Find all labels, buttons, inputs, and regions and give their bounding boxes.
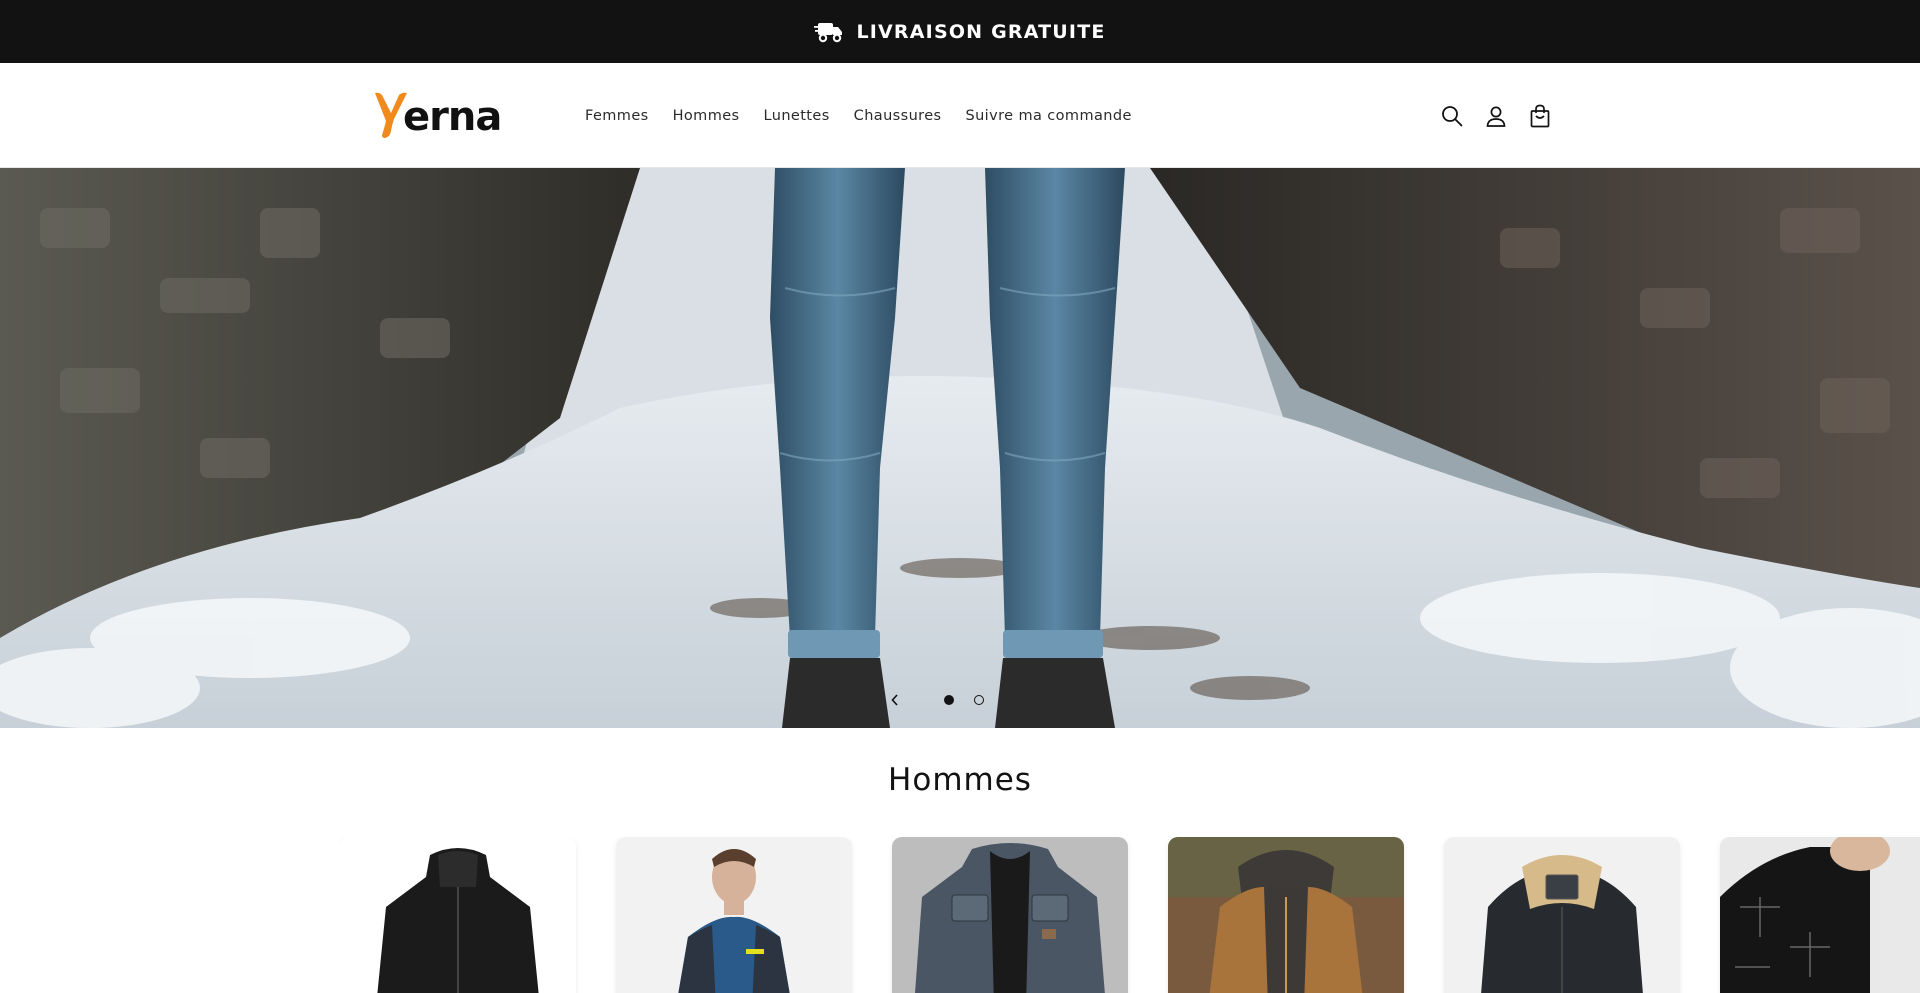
product-carousel	[340, 837, 1920, 993]
slide-dot-1[interactable]	[944, 695, 954, 705]
product-image	[1720, 837, 1920, 993]
collection-title: Hommes	[888, 762, 1032, 798]
nav-item-hommes[interactable]: Hommes	[661, 100, 752, 132]
slide-dot-2[interactable]	[974, 695, 984, 705]
product-card-black-sherpa-jacket[interactable]	[1444, 837, 1680, 993]
hero-slideshow	[0, 168, 1920, 728]
nav-item-suivre-commande[interactable]: Suivre ma commande	[953, 100, 1143, 132]
product-image	[892, 837, 1128, 993]
hero-image	[0, 168, 1920, 728]
product-card-denim-jacket[interactable]	[892, 837, 1128, 993]
slider-controls	[880, 688, 994, 712]
nav-item-chaussures[interactable]: Chaussures	[842, 100, 954, 132]
header-icons	[1440, 63, 1552, 168]
logo-text: erna	[403, 94, 502, 140]
product-image	[616, 837, 852, 993]
product-image	[1168, 837, 1404, 993]
logo[interactable]: erna	[373, 89, 502, 140]
search-icon[interactable]	[1440, 104, 1464, 128]
product-card-black-patterned-shirt[interactable]	[1720, 837, 1920, 993]
announcement-bar: LIVRAISON GRATUITE	[0, 0, 1920, 63]
nav-item-femmes[interactable]: Femmes	[573, 100, 661, 132]
main-nav: Femmes Hommes Lunettes Chaussures Suivre…	[573, 63, 1144, 168]
chevron-left-icon[interactable]	[880, 688, 910, 712]
account-icon[interactable]	[1484, 104, 1508, 128]
product-image	[340, 837, 576, 993]
product-card-blue-hooded-jacket[interactable]	[616, 837, 852, 993]
product-card-black-wool-coat[interactable]	[340, 837, 576, 993]
nav-item-lunettes[interactable]: Lunettes	[752, 100, 842, 132]
site-header: erna Femmes Hommes Lunettes Chaussures S…	[0, 63, 1920, 168]
product-image	[1444, 837, 1680, 993]
delivery-truck-icon	[814, 20, 844, 44]
product-card-brown-hooded-jacket[interactable]	[1168, 837, 1404, 993]
announcement-text: LIVRAISON GRATUITE	[856, 20, 1106, 43]
cart-icon[interactable]	[1528, 104, 1552, 128]
